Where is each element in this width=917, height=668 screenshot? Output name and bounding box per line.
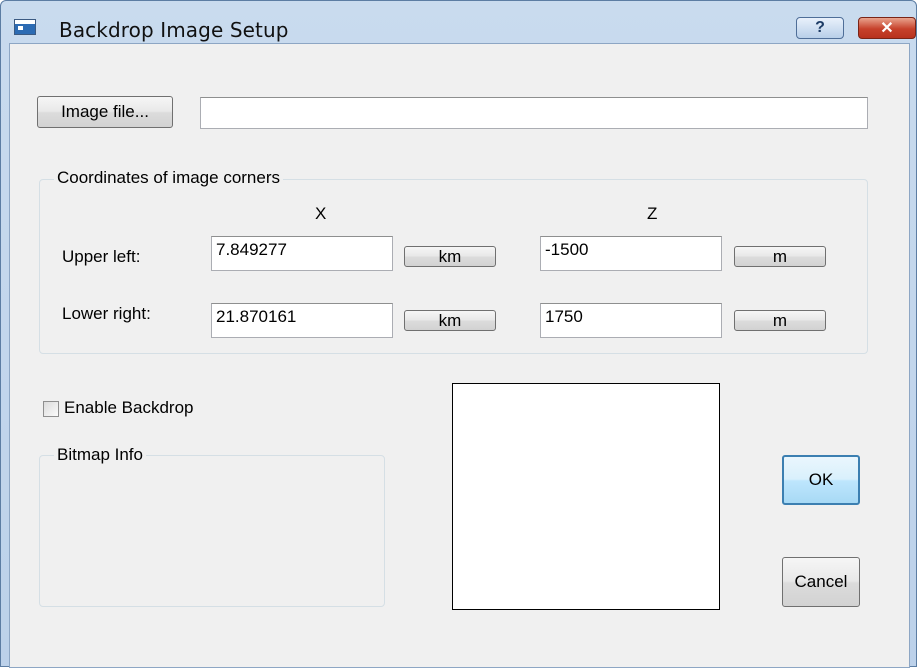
help-button[interactable]: ? — [796, 17, 844, 39]
x-column-header: X — [315, 204, 327, 223]
lower-right-x-unit-button[interactable]: km — [404, 310, 496, 331]
title-bar[interactable]: Backdrop Image Setup ? ✕ — [1, 1, 916, 42]
upper-left-x-field[interactable]: 7.849277 — [211, 236, 393, 271]
dialog-window: Backdrop Image Setup ? ✕ Image file... C… — [0, 0, 917, 668]
lower-right-z-field[interactable]: 1750 — [540, 303, 722, 338]
upper-left-z-unit-button[interactable]: m — [734, 246, 826, 267]
coordinates-group-label: Coordinates of image corners — [54, 168, 284, 188]
z-column-header: Z — [647, 204, 658, 223]
ok-button[interactable]: OK — [782, 455, 860, 505]
dialog-client-area: Image file... Coordinates of image corne… — [9, 43, 910, 668]
image-preview — [452, 383, 720, 610]
image-file-path-field[interactable] — [200, 97, 868, 129]
upper-left-x-unit-button[interactable]: km — [404, 246, 496, 267]
cancel-button[interactable]: Cancel — [782, 557, 860, 607]
bitmap-info-group — [39, 455, 385, 607]
lower-right-x-field[interactable]: 21.870161 — [211, 303, 393, 338]
enable-backdrop-label[interactable]: Enable Backdrop — [64, 398, 193, 418]
close-icon: ✕ — [880, 20, 894, 37]
lower-right-z-unit-button[interactable]: m — [734, 310, 826, 331]
close-button[interactable]: ✕ — [858, 17, 916, 39]
help-icon: ? — [815, 19, 825, 36]
lower-right-label: Lower right: — [62, 304, 151, 323]
image-file-button[interactable]: Image file... — [37, 96, 173, 128]
app-icon — [14, 19, 36, 35]
upper-left-label: Upper left: — [62, 247, 141, 266]
upper-left-z-field[interactable]: -1500 — [540, 236, 722, 271]
bitmap-info-group-label: Bitmap Info — [54, 445, 146, 465]
window-title: Backdrop Image Setup — [59, 18, 289, 42]
enable-backdrop-checkbox[interactable] — [43, 401, 59, 417]
